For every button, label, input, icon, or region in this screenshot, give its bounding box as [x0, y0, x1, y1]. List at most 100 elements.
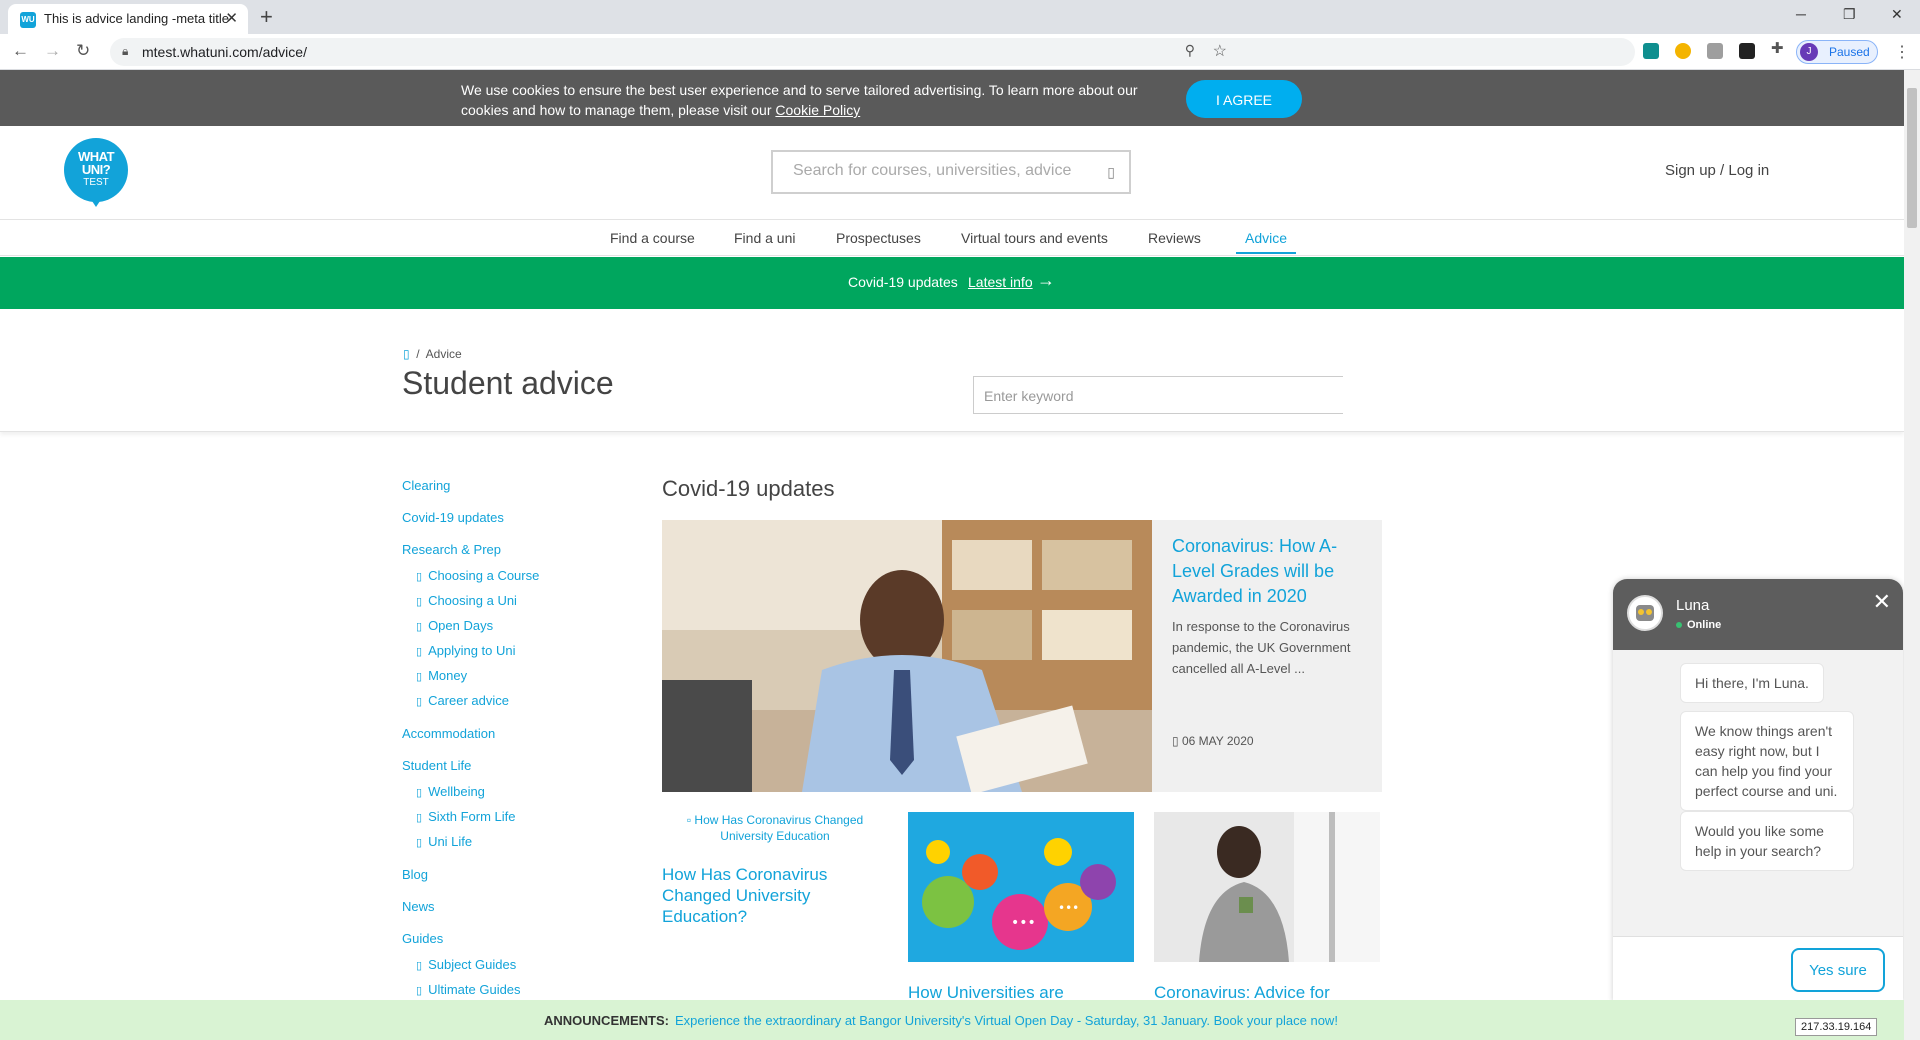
profile-button[interactable]: J Paused [1796, 40, 1878, 64]
sidebar-subitem[interactable]: ▯ Applying to Uni [416, 643, 516, 658]
site-logo[interactable]: WHAT UNI? TEST [64, 138, 128, 207]
featured-image[interactable] [662, 520, 1152, 792]
active-nav-indicator [1236, 252, 1296, 254]
featured-title[interactable]: Coronavirus: How A-Level Grades will be … [1172, 534, 1362, 609]
sidebar-item-guides[interactable]: Guides [402, 931, 443, 946]
chat-widget: Luna Online ✕ Hi there, I'm Luna. We kno… [1613, 579, 1903, 1002]
sidebar-subitem[interactable]: ▯ Choosing a Uni [416, 593, 517, 608]
sidebar-item-research-prep[interactable]: Research & Prep [402, 542, 501, 557]
browser-menu-icon[interactable]: ⋮ [1894, 42, 1910, 62]
bullet-icon: ▯ [416, 812, 423, 824]
card-image[interactable]: ••• ••• [908, 812, 1134, 962]
forward-icon[interactable]: → [44, 41, 61, 61]
yes-sure-button[interactable]: Yes sure [1791, 948, 1885, 992]
minimize-icon[interactable]: ─ [1796, 6, 1806, 22]
browser-tab-bar: WU This is advice landing -meta title ✕ … [0, 0, 1920, 34]
sidebar-item-clearing[interactable]: Clearing [402, 478, 450, 493]
chat-bot-name: Luna [1676, 597, 1710, 614]
chat-footer: Yes sure [1613, 936, 1903, 1002]
article-card[interactable]: Coronavirus: Advice for [1154, 812, 1380, 1003]
avatar: J [1800, 43, 1818, 61]
browser-toolbar: ← → ↻ 🔒︎ mtest.whatuni.com/advice/ ⚲ ☆ ✚… [0, 34, 1920, 70]
sidebar-subitem[interactable]: ▯ Sixth Form Life [416, 809, 515, 824]
bullet-icon: ▯ [416, 696, 423, 708]
maximize-icon[interactable]: ❐ [1843, 6, 1856, 23]
nav-advice[interactable]: Advice [1245, 230, 1287, 246]
card-image[interactable] [1154, 812, 1380, 962]
new-tab-icon[interactable]: + [260, 4, 273, 30]
sidebar-subitem[interactable]: ▯ Career advice [416, 693, 509, 708]
man-reading-photo [662, 520, 1152, 792]
card-title[interactable]: How Has Coronavirus Changed University E… [662, 864, 882, 927]
svg-text:•••: ••• [1058, 901, 1079, 915]
ip-badge: 217.33.19.164 [1795, 1018, 1878, 1036]
close-chat-icon[interactable]: ✕ [1873, 589, 1891, 615]
back-icon[interactable]: ← [12, 41, 29, 61]
chat-message: We know things aren't easy right now, bu… [1680, 711, 1854, 811]
signup-login-link[interactable]: Sign up / Log in [1665, 162, 1769, 179]
location-icon[interactable]: ⚲ [1185, 42, 1195, 59]
sidebar-item-news[interactable]: News [402, 899, 435, 914]
browser-tab[interactable]: WU This is advice landing -meta title ✕ [8, 4, 248, 34]
bullet-icon: ▯ [416, 646, 423, 658]
article-card[interactable]: ••• ••• How Universities are [908, 812, 1134, 1003]
search-icon[interactable]: ▯ [1107, 164, 1115, 181]
calendar-icon: ▯ [1172, 734, 1179, 748]
extension-icon[interactable] [1739, 43, 1755, 59]
nav-reviews[interactable]: Reviews [1148, 230, 1201, 246]
article-card[interactable]: ▫ How Has Coronavirus Changed University… [662, 812, 888, 927]
search-placeholder: Search for courses, universities, advice [793, 162, 1072, 179]
close-tab-icon[interactable]: ✕ [225, 9, 238, 27]
sidebar-item-blog[interactable]: Blog [402, 867, 428, 882]
lock-icon: 🔒︎ [122, 44, 129, 58]
nav-virtual-tours[interactable]: Virtual tours and events [961, 230, 1108, 246]
nav-prospectuses[interactable]: Prospectuses [836, 230, 921, 246]
extension-icon[interactable] [1643, 43, 1659, 59]
announcement-link[interactable]: Experience the extraordinary at Bangor U… [675, 1013, 1338, 1028]
cookie-policy-link[interactable]: Cookie Policy [775, 102, 860, 118]
nav-find-course[interactable]: Find a course [610, 230, 695, 246]
nav-find-uni[interactable]: Find a uni [734, 230, 795, 246]
page-scrollbar[interactable] [1904, 70, 1920, 1040]
site-search-input[interactable]: Search for courses, universities, advice… [771, 150, 1131, 194]
bullet-icon: ▯ [416, 596, 423, 608]
arrow-right-icon[interactable]: → [1037, 270, 1055, 291]
url-text: mtest.whatuni.com/advice/ [142, 44, 307, 60]
featured-article[interactable]: Coronavirus: How A-Level Grades will be … [662, 520, 1382, 792]
keyword-search-input[interactable]: Enter keyword [973, 376, 1343, 414]
sidebar-item-student-life[interactable]: Student Life [402, 758, 471, 773]
sidebar-subitem[interactable]: ▯ Ultimate Guides [416, 982, 521, 997]
cookie-banner: We use cookies to ensure the best user e… [0, 70, 1904, 126]
address-bar[interactable]: 🔒︎ mtest.whatuni.com/advice/ ⚲ ☆ [110, 38, 1635, 66]
featured-description: In response to the Coronavirus pandemic,… [1172, 619, 1351, 676]
announcement-bar: ANNOUNCEMENTS: Experience the extraordin… [0, 1000, 1904, 1040]
bookmark-star-icon[interactable]: ☆ [1213, 41, 1227, 61]
page-title: Student advice [402, 365, 614, 401]
sidebar-subitem[interactable]: ▯ Money [416, 668, 467, 683]
bullet-icon: ▯ [416, 621, 423, 633]
bullet-icon: ▯ [416, 985, 423, 997]
sidebar-subitem[interactable]: ▯ Subject Guides [416, 957, 516, 972]
cookie-text: We use cookies to ensure the best user e… [461, 82, 1138, 118]
latest-info-link[interactable]: Latest info [968, 274, 1033, 290]
sidebar-subitem[interactable]: ▯ Choosing a Course [416, 568, 539, 583]
sidebar-subitem[interactable]: ▯ Wellbeing [416, 784, 485, 799]
window-close-icon[interactable]: ✕ [1891, 6, 1903, 23]
extension-icon[interactable] [1707, 43, 1723, 59]
bullet-icon: ▯ [416, 960, 423, 972]
scrollbar-thumb[interactable] [1907, 88, 1917, 228]
section-title: Covid-19 updates [662, 476, 835, 501]
extension-icon[interactable] [1675, 43, 1691, 59]
sidebar-subitem[interactable]: ▯ Uni Life [416, 834, 472, 849]
woman-at-window-photo [1154, 812, 1380, 962]
sidebar-item-accommodation[interactable]: Accommodation [402, 726, 495, 741]
agree-button[interactable]: I AGREE [1186, 80, 1302, 118]
sidebar-subitem[interactable]: ▯ Open Days [416, 618, 493, 633]
puzzle-extensions-icon[interactable]: ✚ [1771, 39, 1787, 57]
bullet-icon: ▯ [416, 671, 423, 683]
home-icon[interactable]: ▯ [403, 347, 410, 361]
reload-icon[interactable]: ↻ [76, 41, 90, 61]
broken-image[interactable]: ▫ How Has Coronavirus Changed University… [662, 812, 888, 844]
online-dot-icon [1676, 622, 1682, 629]
sidebar-item-covid[interactable]: Covid-19 updates [402, 510, 504, 525]
